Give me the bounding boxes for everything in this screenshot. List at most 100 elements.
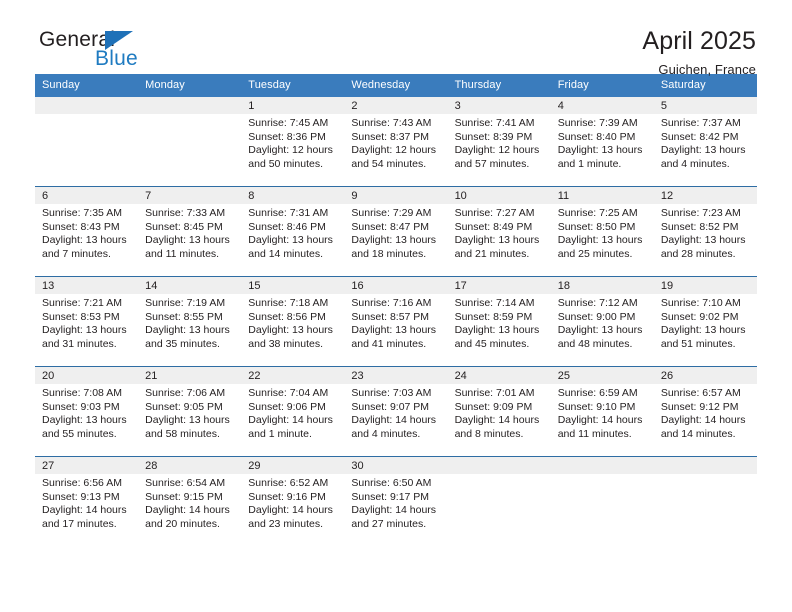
day-cell[interactable] [550, 456, 654, 546]
sunrise-text: Sunrise: 7:45 AM [248, 117, 329, 129]
sunset-text: Sunset: 9:17 PM [351, 490, 430, 503]
sunrise-text: Sunrise: 6:52 AM [248, 477, 329, 489]
day-cell[interactable]: 1 Sunrise: 7:45 AM Sunset: 8:36 PM Daylight… [241, 97, 345, 187]
daylight-text-line2: and 4 minutes. [660, 157, 730, 170]
sunrise-text: Sunrise: 7:33 AM [145, 207, 226, 219]
sunset-text: Sunset: 9:12 PM [660, 400, 739, 413]
daylight-text-line2: and 28 minutes. [660, 247, 736, 260]
day-cell-inner: 19 Sunrise: 7:10 AM Sunset: 9:02 PM Dayligh… [653, 277, 757, 366]
day-number [138, 97, 242, 114]
day-cell[interactable]: 2 Sunrise: 7:43 AM Sunset: 8:37 PM Daylight… [344, 97, 448, 187]
day-cell-inner: 13 Sunrise: 7:21 AM Sunset: 8:53 PM Dayligh… [35, 277, 139, 366]
day-cell[interactable]: 25 Sunrise: 6:59 AM Sunset: 9:10 PM Dayligh… [550, 366, 654, 457]
day-cell[interactable]: 19 Sunrise: 7:10 AM Sunset: 9:02 PM Dayligh… [653, 276, 757, 367]
daylight-text-line2: and 14 minutes. [248, 247, 323, 260]
day-details: Sunrise: 7:23 AM Sunset: 8:52 PM Daylight:… [654, 204, 757, 261]
day-cell[interactable] [138, 97, 242, 187]
daylight-text-line2: and 50 minutes. [248, 157, 323, 170]
day-details: Sunrise: 7:01 AM Sunset: 9:09 PM Daylight:… [448, 384, 551, 441]
day-cell[interactable]: 17 Sunrise: 7:14 AM Sunset: 8:59 PM Dayligh… [447, 276, 551, 367]
day-cell[interactable]: 21 Sunrise: 7:06 AM Sunset: 9:05 PM Dayligh… [138, 366, 242, 457]
day-cell[interactable]: 4 Sunrise: 7:39 AM Sunset: 8:40 PM Daylight… [550, 97, 654, 187]
daylight-text-line1: Daylight: 14 hours [660, 414, 746, 427]
day-cell[interactable] [35, 97, 139, 187]
page-header: General Blue April 2025 Guichen, France [35, 0, 757, 77]
day-cell[interactable]: 24 Sunrise: 7:01 AM Sunset: 9:09 PM Dayligh… [447, 366, 551, 457]
day-number [35, 97, 139, 114]
sunrise-text: Sunrise: 6:50 AM [351, 477, 432, 489]
day-cell[interactable]: 12 Sunrise: 7:23 AM Sunset: 8:52 PM Dayligh… [653, 186, 757, 277]
day-cell[interactable]: 6 Sunrise: 7:35 AM Sunset: 8:43 PM Daylight… [35, 186, 139, 277]
daylight-text-line2: and 38 minutes. [248, 337, 323, 350]
day-details: Sunrise: 7:06 AM Sunset: 9:05 PM Daylight:… [138, 384, 241, 441]
day-cell[interactable]: 16 Sunrise: 7:16 AM Sunset: 8:57 PM Dayligh… [344, 276, 448, 367]
day-number: 17 [447, 277, 551, 294]
sunset-text: Sunset: 9:05 PM [145, 400, 223, 413]
daylight-text-line2: and 20 minutes. [145, 517, 220, 530]
day-cell[interactable]: 14 Sunrise: 7:19 AM Sunset: 8:55 PM Dayligh… [138, 276, 242, 367]
day-details: Sunrise: 7:14 AM Sunset: 8:59 PM Daylight:… [448, 294, 551, 351]
day-cell[interactable]: 10 Sunrise: 7:27 AM Sunset: 8:49 PM Dayligh… [447, 186, 551, 277]
daylight-text-line2: and 23 minutes. [248, 517, 323, 530]
day-details: Sunrise: 7:08 AM Sunset: 9:03 PM Daylight:… [35, 384, 138, 441]
day-number: 19 [653, 277, 757, 294]
day-cell[interactable]: 26 Sunrise: 6:57 AM Sunset: 9:12 PM Dayligh… [653, 366, 757, 457]
daylight-text-line2: and 35 minutes. [145, 337, 220, 350]
day-cell-inner: 23 Sunrise: 7:03 AM Sunset: 9:07 PM Dayligh… [344, 367, 448, 456]
sunset-text: Sunset: 8:43 PM [42, 220, 120, 233]
sunrise-text: Sunrise: 7:18 AM [248, 297, 329, 309]
day-cell[interactable]: 5 Sunrise: 7:37 AM Sunset: 8:42 PM Daylight… [653, 97, 757, 187]
daylight-text-line2: and 51 minutes. [660, 337, 736, 350]
sunset-text: Sunset: 8:53 PM [42, 310, 120, 323]
sunset-text: Sunset: 9:13 PM [42, 490, 120, 503]
sunrise-text: Sunrise: 6:59 AM [557, 387, 638, 399]
daylight-text-line1: Daylight: 14 hours [145, 504, 230, 517]
day-number: 25 [550, 367, 654, 384]
day-cell-inner: 10 Sunrise: 7:27 AM Sunset: 8:49 PM Dayligh… [447, 187, 551, 276]
day-cell[interactable]: 11 Sunrise: 7:25 AM Sunset: 8:50 PM Dayligh… [550, 186, 654, 277]
sunrise-text: Sunrise: 7:25 AM [557, 207, 638, 219]
day-cell[interactable]: 15 Sunrise: 7:18 AM Sunset: 8:56 PM Dayligh… [241, 276, 345, 367]
daylight-text-line1: Daylight: 13 hours [351, 324, 437, 337]
day-cell[interactable]: 3 Sunrise: 7:41 AM Sunset: 8:39 PM Daylight… [447, 97, 551, 187]
day-cell[interactable]: 23 Sunrise: 7:03 AM Sunset: 9:07 PM Dayligh… [344, 366, 448, 457]
day-cell[interactable]: 9 Sunrise: 7:29 AM Sunset: 8:47 PM Daylight… [344, 186, 448, 277]
day-cell[interactable]: 8 Sunrise: 7:31 AM Sunset: 8:46 PM Daylight… [241, 186, 345, 277]
day-cell[interactable] [447, 456, 551, 546]
day-cell[interactable]: 22 Sunrise: 7:04 AM Sunset: 9:06 PM Dayligh… [241, 366, 345, 457]
sunset-text: Sunset: 8:50 PM [557, 220, 636, 233]
day-cell-inner: 28 Sunrise: 6:54 AM Sunset: 9:15 PM Dayligh… [138, 457, 242, 546]
calendar-week-row: 27 Sunrise: 6:56 AM Sunset: 9:13 PM Dayligh… [35, 456, 757, 546]
day-number: 29 [241, 457, 345, 474]
day-cell[interactable]: 29 Sunrise: 6:52 AM Sunset: 9:16 PM Dayligh… [241, 456, 345, 546]
daylight-text-line2: and 55 minutes. [42, 427, 117, 440]
sunset-text: Sunset: 8:36 PM [248, 130, 326, 143]
daylight-text-line2: and 31 minutes. [42, 337, 117, 350]
sunset-text: Sunset: 9:09 PM [454, 400, 533, 413]
day-number: 16 [344, 277, 448, 294]
generalblue-logo[interactable]: General Blue [35, 26, 198, 78]
day-cell-inner: 29 Sunrise: 6:52 AM Sunset: 9:16 PM Dayligh… [241, 457, 345, 546]
day-number: 13 [35, 277, 139, 294]
day-cell[interactable]: 30 Sunrise: 6:50 AM Sunset: 9:17 PM Dayligh… [344, 456, 448, 546]
day-cell[interactable] [653, 456, 757, 546]
day-cell-inner: 24 Sunrise: 7:01 AM Sunset: 9:09 PM Dayligh… [447, 367, 551, 456]
day-number [653, 457, 757, 474]
day-cell[interactable]: 13 Sunrise: 7:21 AM Sunset: 8:53 PM Dayligh… [35, 276, 139, 367]
day-cell[interactable]: 28 Sunrise: 6:54 AM Sunset: 9:15 PM Dayligh… [138, 456, 242, 546]
daylight-text-line2: and 21 minutes. [454, 247, 530, 260]
day-details: Sunrise: 7:04 AM Sunset: 9:06 PM Daylight:… [241, 384, 344, 441]
sunrise-text: Sunrise: 7:10 AM [660, 297, 741, 309]
daylight-text-line2: and 41 minutes. [351, 337, 427, 350]
day-number: 24 [447, 367, 551, 384]
daylight-text-line1: Daylight: 13 hours [145, 414, 230, 427]
day-cell[interactable]: 27 Sunrise: 6:56 AM Sunset: 9:13 PM Dayligh… [35, 456, 139, 546]
daylight-text-line2: and 45 minutes. [454, 337, 530, 350]
day-number: 26 [653, 367, 757, 384]
day-cell[interactable]: 7 Sunrise: 7:33 AM Sunset: 8:45 PM Daylight… [138, 186, 242, 277]
day-cell-inner: 26 Sunrise: 6:57 AM Sunset: 9:12 PM Dayligh… [653, 367, 757, 456]
calendar-week-row: 6 Sunrise: 7:35 AM Sunset: 8:43 PM Daylight… [35, 186, 757, 277]
day-cell[interactable]: 18 Sunrise: 7:12 AM Sunset: 9:00 PM Dayligh… [550, 276, 654, 367]
daylight-text-line2: and 48 minutes. [557, 337, 633, 350]
day-cell[interactable]: 20 Sunrise: 7:08 AM Sunset: 9:03 PM Dayligh… [35, 366, 139, 457]
